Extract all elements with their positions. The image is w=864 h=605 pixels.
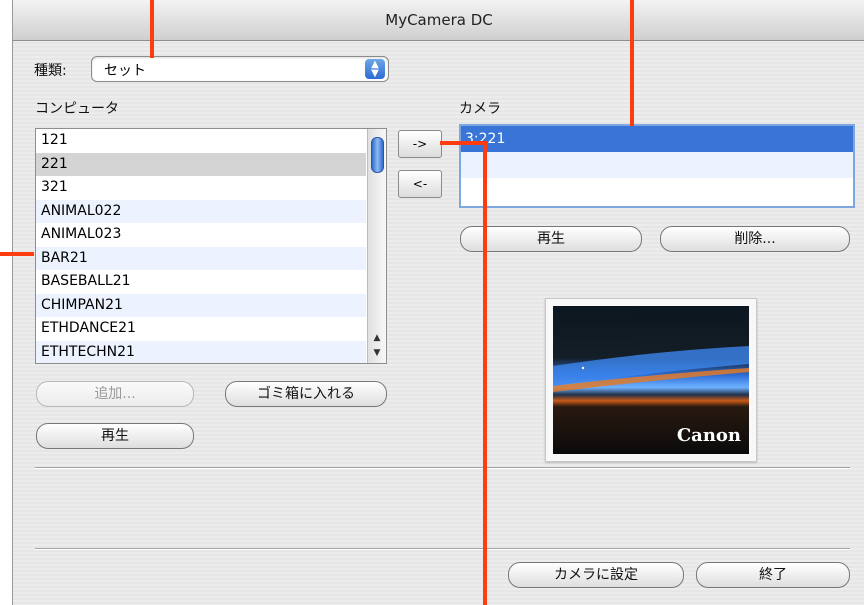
send-to-computer-button[interactable]: <- (398, 170, 442, 198)
kind-popup[interactable]: セット ▲ ▼ (91, 56, 389, 82)
divider (35, 548, 850, 550)
computer-label: コンピュータ (35, 101, 119, 117)
camera-label: カメラ (459, 101, 501, 117)
list-item[interactable]: ANIMAL023 (36, 223, 366, 247)
computer-list-scrollbar[interactable]: ▲ ▼ (367, 129, 386, 363)
camera-play-button[interactable]: 再生 (460, 226, 642, 252)
list-item[interactable]: BAR21 (36, 246, 366, 270)
preview-image: Canon (553, 306, 749, 454)
camera-list-item-selected[interactable]: 3:221 (461, 126, 853, 152)
title-bar: MyCamera DC (13, 0, 864, 41)
list-item[interactable]: ETHDANCE21 (36, 317, 366, 341)
annotation-line (440, 141, 486, 145)
list-item[interactable]: CHIMPAN21 (36, 293, 366, 317)
camera-list[interactable]: 3:221 (459, 124, 855, 208)
annotation-line (0, 252, 34, 256)
list-item[interactable]: BASEBALL21 (36, 270, 366, 294)
computer-play-button[interactable]: 再生 (36, 423, 194, 449)
camera-list-empty-row (461, 178, 853, 204)
move-to-trash-button[interactable]: ゴミ箱に入れる (225, 381, 387, 407)
camera-list-empty-row (461, 152, 853, 178)
computer-list[interactable]: 121 221 321 ANIMAL022 ANIMAL023 BAR21 BA… (35, 128, 387, 364)
list-item-selected[interactable]: 221 (36, 152, 366, 176)
preview-frame: Canon (545, 298, 757, 462)
divider (35, 467, 850, 469)
list-item[interactable]: 121 (36, 129, 366, 153)
main-window: MyCamera DC 種類: セット ▲ ▼ コンピュータ カメラ 121 22… (12, 0, 864, 605)
list-item[interactable]: ETHTECHN21 (36, 340, 366, 363)
annotation-line (150, 0, 154, 58)
list-item[interactable]: ANIMAL022 (36, 199, 366, 223)
annotation-line (483, 141, 487, 605)
window-title: MyCamera DC (385, 11, 493, 29)
send-to-camera-button[interactable]: -> (398, 130, 442, 158)
kind-label: 種類: (34, 63, 67, 79)
popup-stepper-icon: ▲ ▼ (365, 59, 385, 79)
scroll-thumb[interactable] (371, 137, 384, 173)
scroll-down-arrow-icon[interactable]: ▼ (371, 346, 383, 360)
kind-value: セット (104, 63, 146, 79)
delete-button[interactable]: 削除... (660, 226, 850, 252)
list-item[interactable]: 321 (36, 176, 366, 200)
set-to-camera-button[interactable]: カメラに設定 (508, 562, 684, 588)
quit-button[interactable]: 終了 (696, 562, 850, 588)
add-button[interactable]: 追加... (36, 381, 194, 407)
canon-logo: Canon (677, 425, 741, 446)
annotation-line (630, 0, 634, 126)
scroll-up-arrow-icon[interactable]: ▲ (371, 331, 383, 345)
